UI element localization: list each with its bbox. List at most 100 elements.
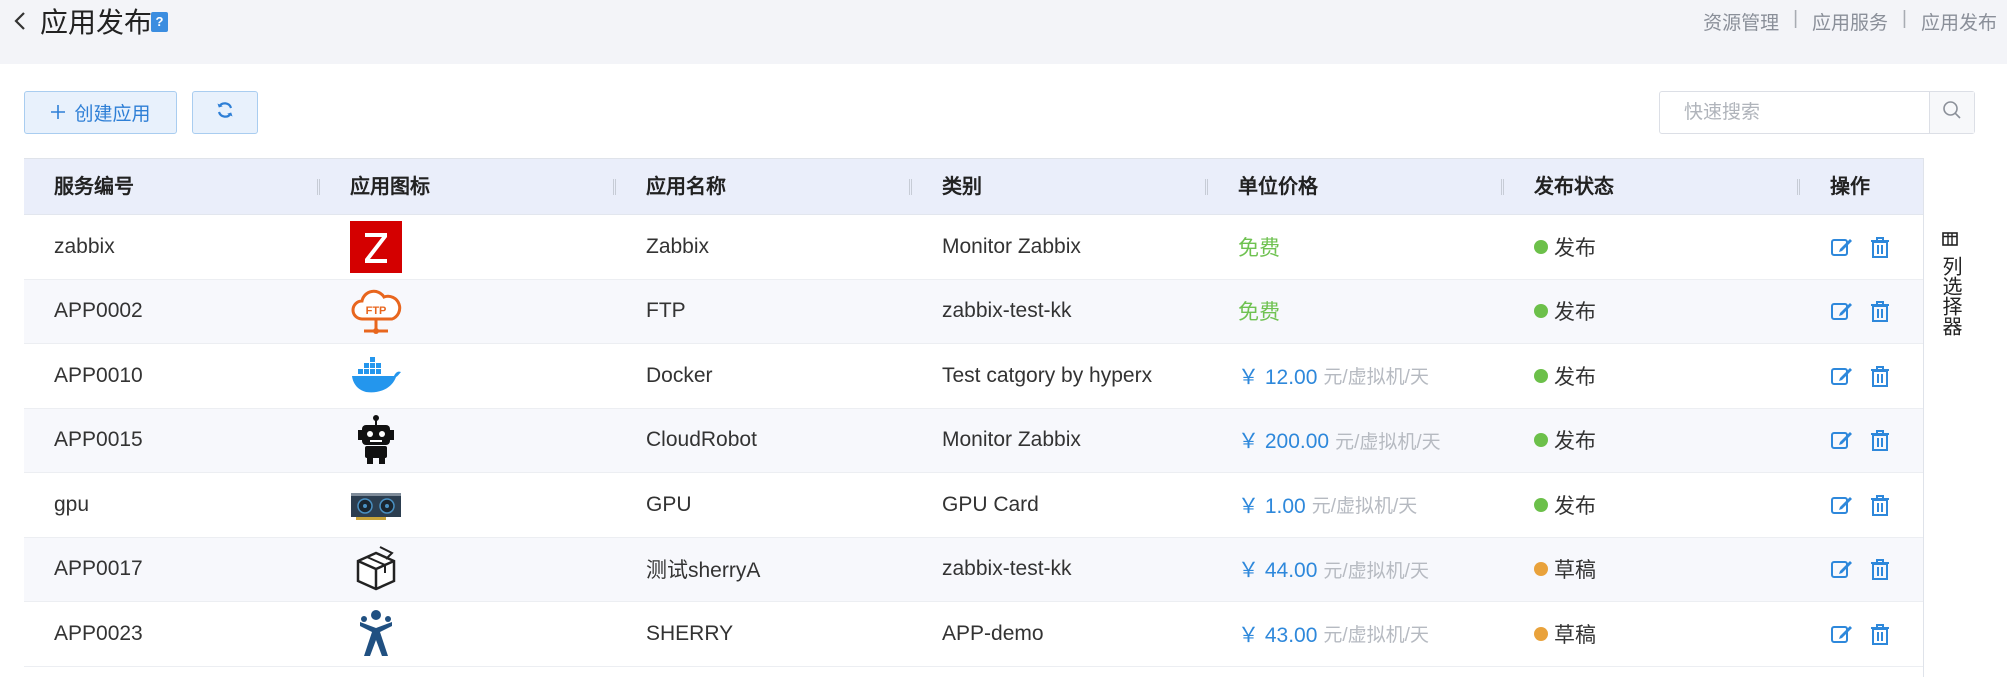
category-cell: zabbix-test-kk xyxy=(942,557,1072,581)
table-row[interactable]: APP0010 Docker Test catgory by hyperx ￥ … xyxy=(24,344,1923,409)
table-row[interactable]: APP0017 测试sherryA zabbix-test-kk ￥ 44.00… xyxy=(24,537,1923,602)
category-cell: Monitor Zabbix xyxy=(942,428,1081,452)
column-header-publish-status[interactable]: 发布状态 xyxy=(1504,159,1800,214)
edit-icon[interactable] xyxy=(1830,557,1854,581)
status-cell: 发布 xyxy=(1504,361,1800,391)
top-bar: 应用发布 ? 资源管理 | 应用服务 | 应用发布 xyxy=(0,0,2007,64)
app-name-cell: FTP xyxy=(646,299,686,323)
breadcrumb-item-app-service[interactable]: 应用服务 xyxy=(1812,8,1888,35)
breadcrumb-separator: | xyxy=(1793,8,1799,29)
search-box xyxy=(1659,91,1975,134)
app-name-cell: GPU xyxy=(646,492,692,516)
status-cell: 草稿 xyxy=(1504,554,1800,584)
status-dot xyxy=(1534,626,1548,641)
delete-icon[interactable] xyxy=(1868,557,1892,581)
status-cell: 发布 xyxy=(1504,232,1800,262)
edit-icon[interactable] xyxy=(1830,428,1854,452)
status-dot xyxy=(1534,497,1548,512)
column-header-app-name[interactable]: 应用名称 xyxy=(616,159,912,214)
price-cell: ￥ 44.00 元/虚拟机/天 xyxy=(1238,559,1429,583)
ftp-cloud-icon: FTP xyxy=(350,285,402,337)
price-cell: ￥ 43.00 元/虚拟机/天 xyxy=(1238,623,1429,647)
status-cell: 发布 xyxy=(1504,425,1800,455)
help-book-icon[interactable]: ? xyxy=(151,12,168,32)
search-input[interactable] xyxy=(1660,92,1929,133)
status-dot xyxy=(1534,304,1548,319)
edit-icon[interactable] xyxy=(1830,299,1854,323)
category-cell: Monitor Zabbix xyxy=(942,234,1081,258)
service-id-cell: APP0015 xyxy=(54,428,143,452)
edit-icon[interactable] xyxy=(1830,364,1854,388)
category-cell: Test catgory by hyperx xyxy=(942,363,1153,387)
app-name-cell: Docker xyxy=(646,363,713,387)
price-cell: ￥ 1.00 元/虚拟机/天 xyxy=(1238,494,1418,518)
status-dot xyxy=(1534,433,1548,448)
breadcrumb: 资源管理 | 应用服务 | 应用发布 xyxy=(1703,8,1997,35)
table-row[interactable]: APP0015 CloudRobot Monitor Zabbix ￥ 200.… xyxy=(24,408,1923,473)
edit-icon[interactable] xyxy=(1830,235,1854,259)
search-button[interactable] xyxy=(1929,92,1974,133)
search-icon xyxy=(1942,100,1962,125)
delete-icon[interactable] xyxy=(1868,493,1892,517)
service-id-cell: APP0002 xyxy=(54,299,143,323)
column-selector-button[interactable]: 列选择器 xyxy=(1923,158,1975,677)
service-id-cell: APP0023 xyxy=(54,621,143,645)
plus-icon xyxy=(50,101,66,125)
price-cell: ￥ 200.00 元/虚拟机/天 xyxy=(1238,430,1441,454)
jira-person-icon xyxy=(350,608,402,660)
create-app-label: 创建应用 xyxy=(74,104,151,125)
create-app-button[interactable]: 创建应用 xyxy=(24,91,177,134)
app-name-cell: 测试sherryA xyxy=(646,559,761,583)
delete-icon[interactable] xyxy=(1868,428,1892,452)
service-id-cell: zabbix xyxy=(54,234,115,258)
chevron-left-icon[interactable] xyxy=(12,6,28,44)
robot-icon xyxy=(350,414,402,466)
column-header-service-id[interactable]: 服务编号 xyxy=(24,159,320,214)
package-box-icon xyxy=(350,543,402,595)
column-header-unit-price[interactable]: 单位价格 xyxy=(1208,159,1504,214)
status-cell: 发布 xyxy=(1504,490,1800,520)
category-cell: GPU Card xyxy=(942,492,1039,516)
breadcrumb-separator: | xyxy=(1902,8,1907,29)
status-dot xyxy=(1534,562,1548,577)
price-cell: ￥ 12.00 元/虚拟机/天 xyxy=(1238,365,1429,389)
delete-icon[interactable] xyxy=(1868,235,1892,259)
gpu-card-icon xyxy=(350,479,402,531)
status-dot xyxy=(1534,368,1548,383)
edit-icon[interactable] xyxy=(1830,493,1854,517)
table-header: 服务编号 应用图标 应用名称 类别 单位价格 发布状态 操作 xyxy=(24,159,1923,215)
columns-icon xyxy=(1942,232,1958,251)
column-header-actions: 操作 xyxy=(1830,176,1870,198)
column-header-app-icon[interactable]: 应用图标 xyxy=(320,159,616,214)
status-cell: 发布 xyxy=(1504,296,1800,326)
status-cell: 草稿 xyxy=(1504,619,1800,649)
column-header-category[interactable]: 类别 xyxy=(912,159,1208,214)
table-row[interactable]: gpu GPU GPU Card ￥ 1.00 元/虚拟机/天 发布 xyxy=(24,473,1923,538)
refresh-button[interactable] xyxy=(192,91,258,134)
app-name-cell: Zabbix xyxy=(646,234,710,258)
price-cell: 免费 xyxy=(1238,301,1280,325)
main-panel: 创建应用 服务编号 应用图标 应用名称 类别 单位价格 发布状态 xyxy=(0,64,2007,677)
column-selector-label: 列选择器 xyxy=(1939,256,1961,336)
service-id-cell: APP0010 xyxy=(54,363,143,387)
app-name-cell: SHERRY xyxy=(646,621,734,645)
breadcrumb-item-resource[interactable]: 资源管理 xyxy=(1703,8,1779,35)
edit-icon[interactable] xyxy=(1830,622,1854,646)
price-cell: 免费 xyxy=(1238,236,1280,260)
status-dot xyxy=(1534,239,1548,254)
table-row[interactable]: zabbix Zabbix Monitor Zabbix 免费 发布 xyxy=(24,215,1923,280)
table-row[interactable]: APP0002 FTP FTP zabbix-test-kk 免费 发布 xyxy=(24,279,1923,344)
svg-text:FTP: FTP xyxy=(366,305,387,317)
app-table: 服务编号 应用图标 应用名称 类别 单位价格 发布状态 操作 zabbix Za… xyxy=(24,158,1923,667)
refresh-icon xyxy=(216,101,234,125)
delete-icon[interactable] xyxy=(1868,299,1892,323)
zabbix-logo-icon xyxy=(350,220,402,273)
service-id-cell: APP0017 xyxy=(54,557,143,581)
delete-icon[interactable] xyxy=(1868,364,1892,388)
table-row[interactable]: APP0023 SHERRY APP-demo ￥ 43.00 元/虚拟机/天 草… xyxy=(24,602,1923,667)
app-name-cell: CloudRobot xyxy=(646,428,757,452)
service-id-cell: gpu xyxy=(54,492,90,516)
delete-icon[interactable] xyxy=(1868,622,1892,646)
breadcrumb-item-app-publish[interactable]: 应用发布 xyxy=(1921,8,1997,35)
category-cell: zabbix-test-kk xyxy=(942,299,1072,323)
